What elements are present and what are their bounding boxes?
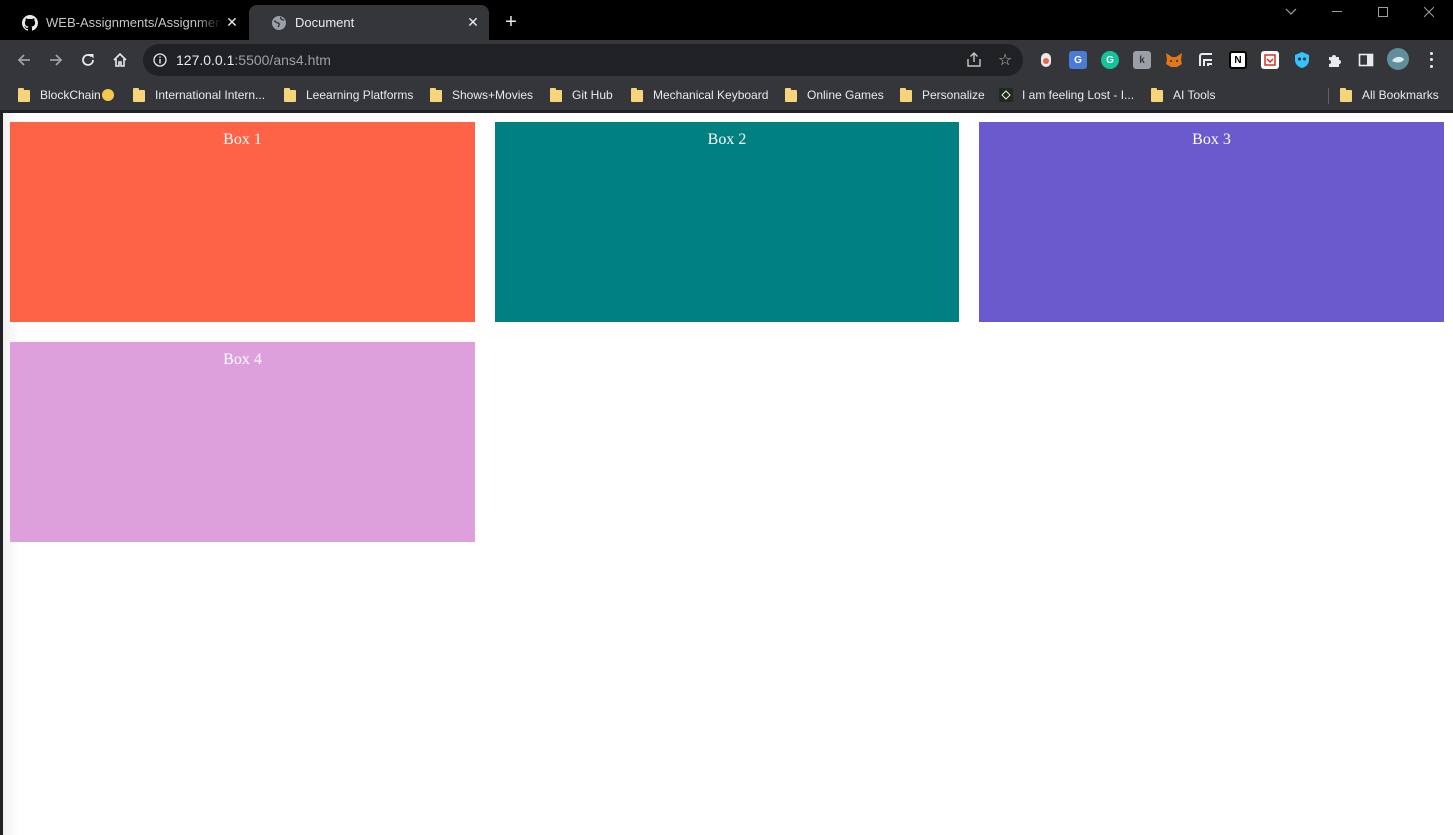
bookmark-ai-tools[interactable]: AI Tools bbox=[1151, 86, 1215, 104]
site-icon bbox=[999, 88, 1013, 102]
bookmarks-divider bbox=[1328, 88, 1329, 104]
extension-f-icon[interactable] bbox=[1197, 51, 1215, 69]
folder-icon bbox=[785, 88, 797, 102]
close-window-button[interactable] bbox=[1406, 0, 1452, 24]
bookmark-label: I am feeling Lost - I... bbox=[1022, 88, 1135, 102]
bookmark-label: Shows+Movies bbox=[452, 88, 534, 102]
bookmark-label: AI Tools bbox=[1173, 88, 1216, 102]
home-icon bbox=[113, 52, 127, 67]
back-button[interactable] bbox=[10, 46, 38, 74]
extensions-puzzle-icon[interactable] bbox=[1325, 51, 1343, 69]
url-text: 127.0.0.1:5500/ans4.htm bbox=[176, 52, 331, 68]
bookmark-label: Personalize bbox=[922, 88, 985, 102]
bookmark-star-icon[interactable]: ☆ bbox=[995, 50, 1015, 70]
tab-close-icon[interactable]: ✕ bbox=[222, 13, 242, 33]
folder-icon bbox=[284, 88, 296, 102]
pdf-icon[interactable] bbox=[1261, 51, 1279, 69]
box-1: Box 1 bbox=[10, 122, 475, 322]
toolbar: 127.0.0.1:5500/ans4.htm ☆ G G k N bbox=[0, 40, 1453, 80]
address-bar[interactable]: 127.0.0.1:5500/ans4.htm ☆ bbox=[143, 44, 1023, 76]
box-4: Box 4 bbox=[10, 342, 475, 542]
folder-icon bbox=[1151, 88, 1163, 102]
info-icon[interactable] bbox=[153, 53, 167, 67]
globe-icon bbox=[271, 15, 287, 31]
bookmark-label: BlockChain bbox=[40, 88, 101, 102]
page-content: Box 1 Box 2 Box 3 Box 4 bbox=[3, 113, 1453, 835]
bookmark-feeling-lost[interactable]: I am feeling Lost - I... bbox=[999, 86, 1134, 104]
github-icon bbox=[22, 14, 38, 31]
bookmark-label: Git Hub bbox=[572, 88, 613, 102]
tab-title: WEB-Assignments/Assignment 1 bbox=[46, 15, 222, 30]
box-3: Box 3 bbox=[979, 122, 1444, 322]
maximize-button[interactable] bbox=[1360, 0, 1406, 24]
bookmark-online-games[interactable]: Online Games bbox=[785, 86, 884, 104]
bookmark-learning-platforms[interactable]: Leearning Platforms bbox=[284, 86, 413, 104]
tab-document[interactable]: Document ✕ bbox=[249, 5, 489, 40]
tab-search-icon[interactable] bbox=[1268, 0, 1314, 24]
forward-button[interactable] bbox=[42, 46, 70, 74]
browser-window: WEB-Assignments/Assignment 1 ✕ Document … bbox=[0, 0, 1453, 835]
reload-button[interactable] bbox=[74, 46, 102, 74]
vpn-shield-icon[interactable] bbox=[1293, 51, 1311, 69]
tab-github-assignments[interactable]: WEB-Assignments/Assignment 1 ✕ bbox=[0, 5, 248, 40]
record-extension-icon[interactable] bbox=[1037, 51, 1055, 69]
folder-icon bbox=[631, 88, 643, 102]
bookmark-shows-movies[interactable]: Shows+Movies bbox=[430, 86, 533, 104]
bookmark-label: Mechanical Keyboard bbox=[653, 88, 769, 102]
url-path: :5500/ans4.htm bbox=[234, 52, 331, 68]
bookmarks-bar: BlockChain International Intern... Leear… bbox=[0, 80, 1453, 110]
bookmark-international-intern[interactable]: International Intern... bbox=[133, 86, 265, 104]
bookmark-blockchain[interactable]: BlockChain bbox=[18, 86, 114, 104]
extension-k-icon[interactable]: k bbox=[1133, 51, 1151, 69]
metamask-icon[interactable] bbox=[1165, 51, 1183, 69]
arrow-right-icon bbox=[50, 54, 63, 66]
minimize-button[interactable] bbox=[1314, 0, 1360, 24]
kebab-menu-icon[interactable] bbox=[1424, 50, 1438, 70]
arrow-left-icon bbox=[17, 54, 30, 66]
tab-close-icon[interactable]: ✕ bbox=[463, 13, 483, 33]
new-tab-button[interactable]: + bbox=[499, 10, 523, 34]
bookmark-label: Leearning Platforms bbox=[306, 88, 414, 102]
google-translate-icon[interactable]: G bbox=[1069, 51, 1087, 69]
side-panel-icon[interactable] bbox=[1357, 51, 1375, 69]
folder-icon bbox=[1340, 88, 1352, 102]
tab-strip: WEB-Assignments/Assignment 1 ✕ Document … bbox=[0, 0, 1453, 40]
folder-icon bbox=[430, 88, 442, 102]
notion-icon[interactable]: N bbox=[1229, 51, 1247, 69]
folder-icon bbox=[550, 88, 562, 102]
bookmark-label: Online Games bbox=[807, 88, 884, 102]
grammarly-icon[interactable]: G bbox=[1101, 51, 1119, 69]
bookmark-git-hub[interactable]: Git Hub bbox=[550, 86, 613, 104]
emoji-icon bbox=[101, 89, 114, 101]
home-button[interactable] bbox=[106, 46, 134, 74]
all-bookmarks-label: All Bookmarks bbox=[1362, 88, 1439, 102]
folder-icon bbox=[133, 88, 145, 102]
bookmark-label: International Intern... bbox=[155, 88, 266, 102]
box-2: Box 2 bbox=[495, 122, 959, 322]
box-label: Box 2 bbox=[707, 131, 747, 148]
bookmark-personalize[interactable]: Personalize bbox=[900, 86, 985, 104]
all-bookmarks-button[interactable]: All Bookmarks bbox=[1340, 86, 1439, 104]
tab-title: Document bbox=[295, 15, 355, 30]
box-label: Box 4 bbox=[223, 351, 262, 368]
url-host: 127.0.0.1 bbox=[176, 52, 235, 68]
folder-icon bbox=[900, 88, 912, 102]
share-icon[interactable] bbox=[965, 51, 983, 69]
box-label: Box 3 bbox=[1192, 131, 1231, 148]
avatar[interactable] bbox=[1387, 48, 1409, 70]
bookmark-mechanical-keyboard[interactable]: Mechanical Keyboard bbox=[631, 86, 768, 104]
folder-icon bbox=[18, 88, 30, 102]
box-label: Box 1 bbox=[223, 131, 262, 148]
reload-icon bbox=[82, 54, 94, 66]
